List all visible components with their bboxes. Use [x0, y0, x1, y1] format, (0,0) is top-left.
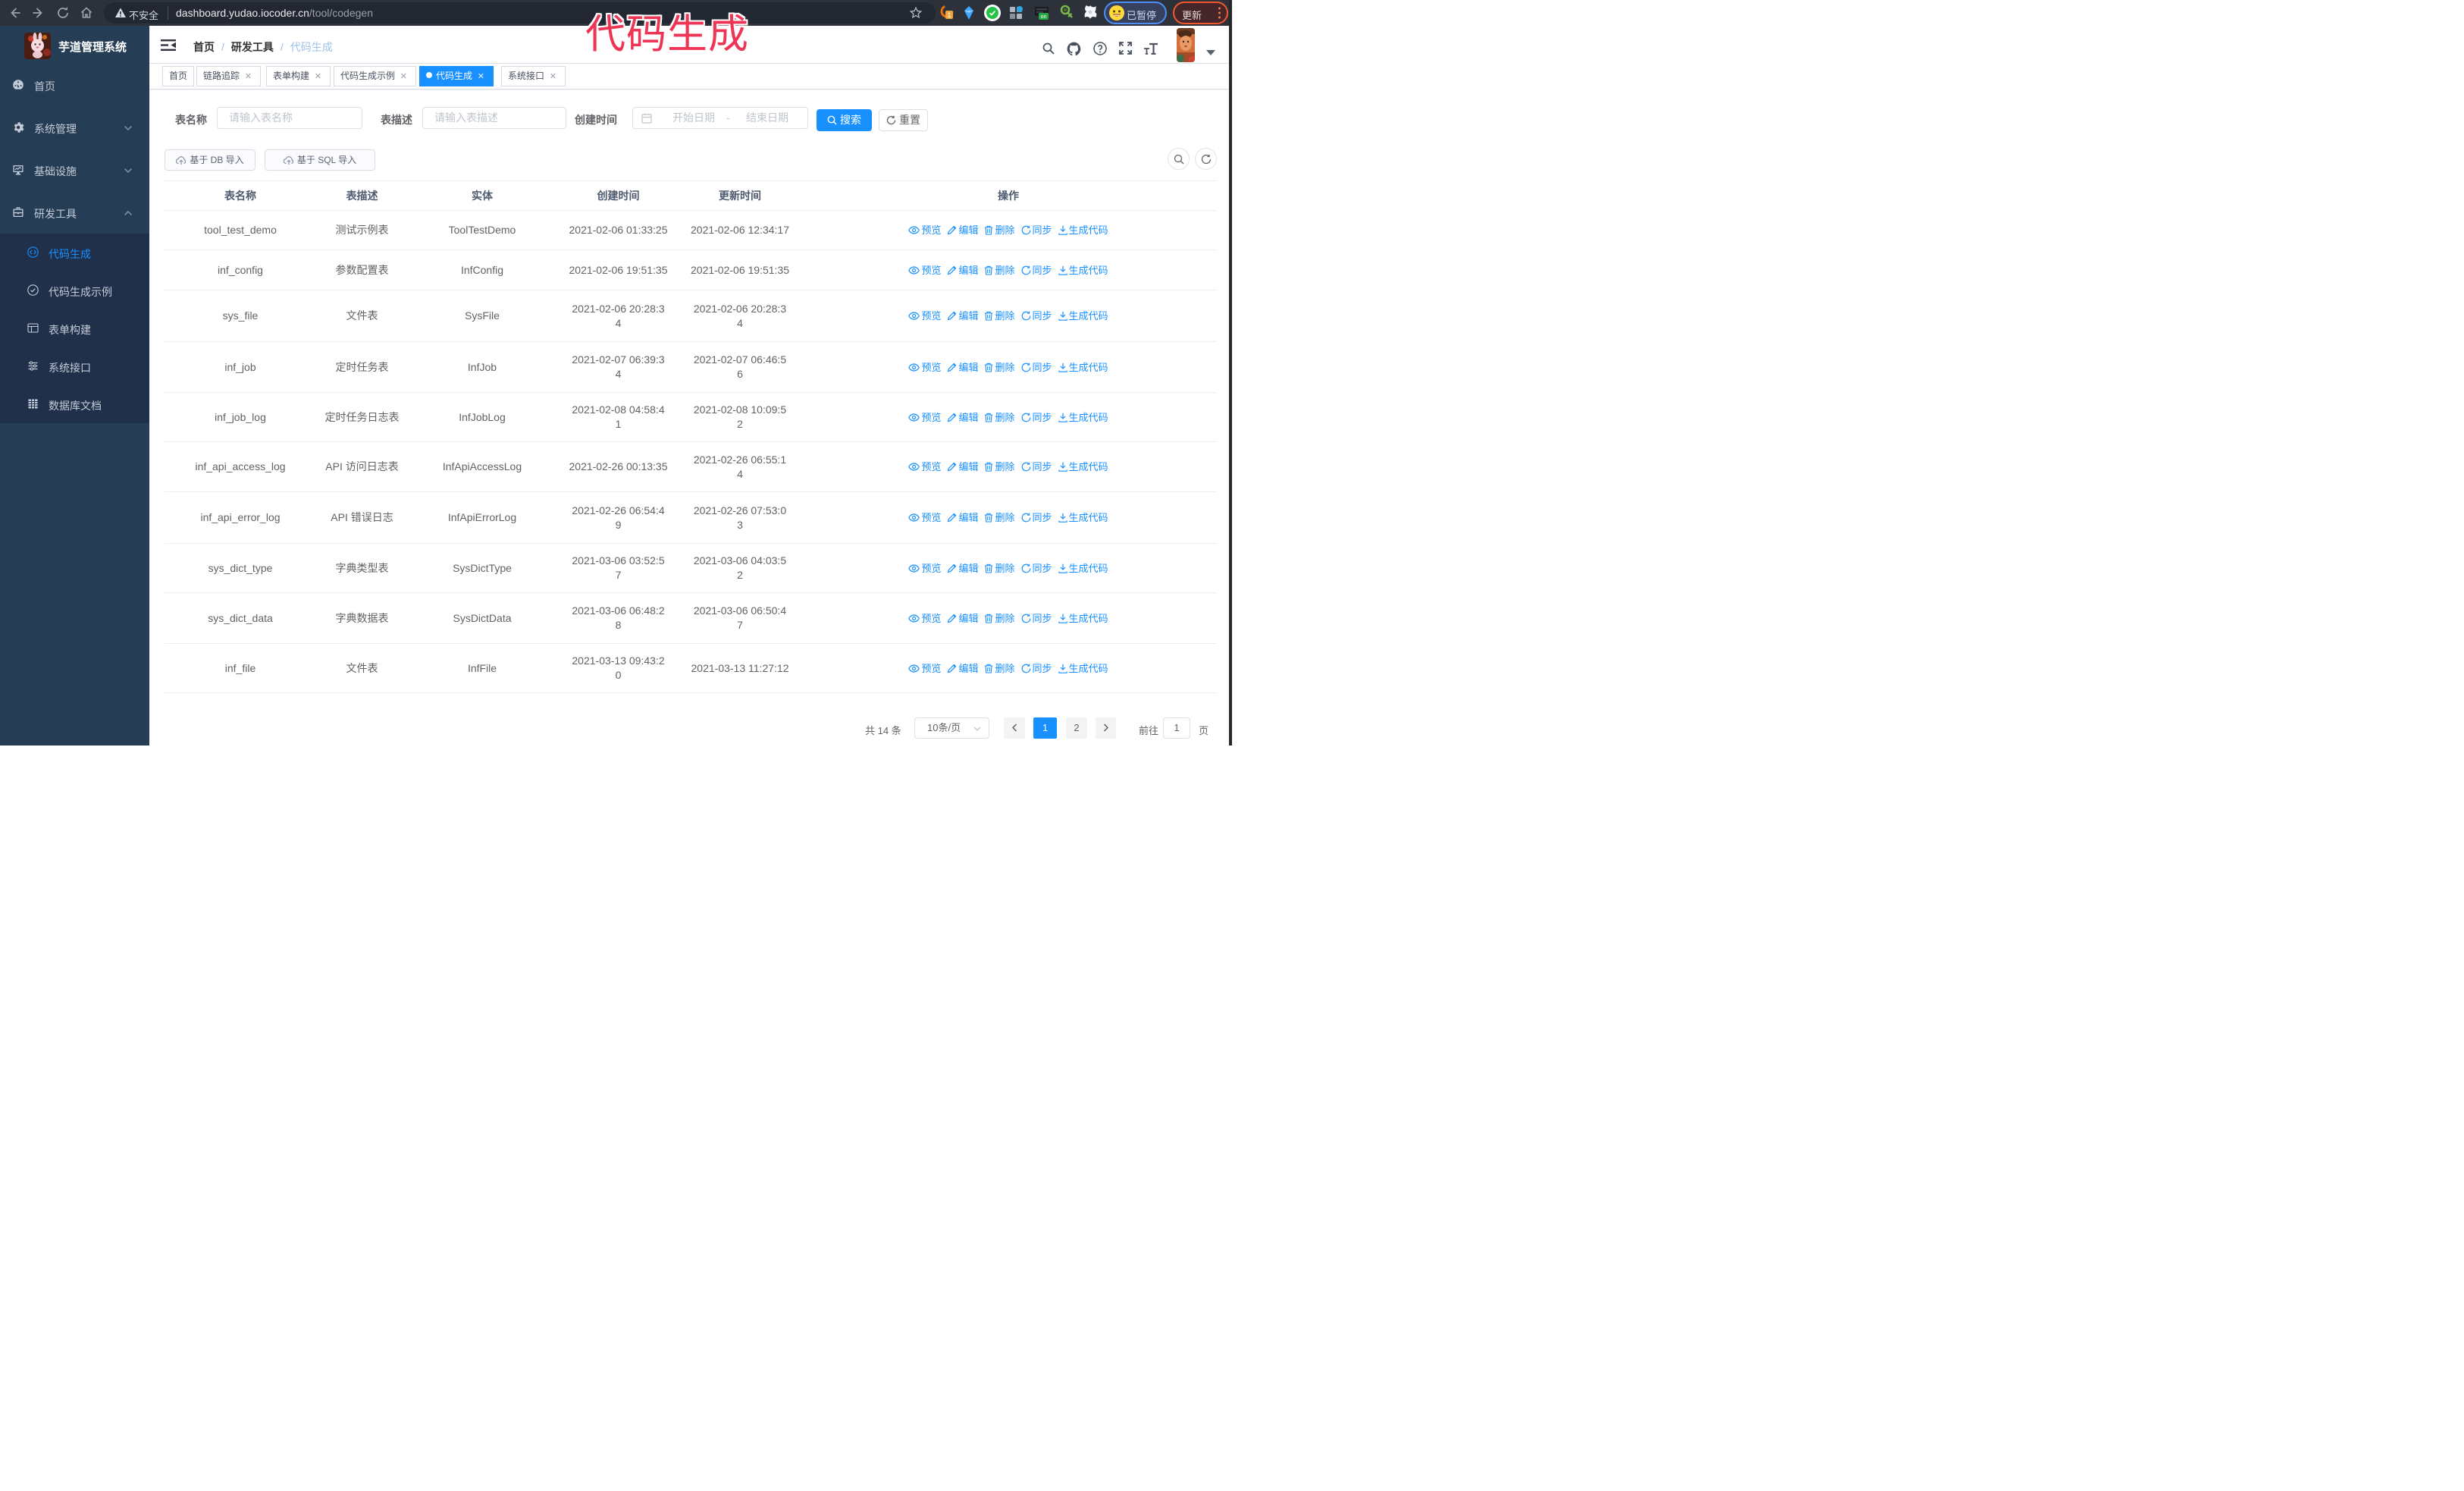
svg-text:on: on — [1041, 14, 1047, 20]
svg-text:1: 1 — [947, 11, 951, 19]
